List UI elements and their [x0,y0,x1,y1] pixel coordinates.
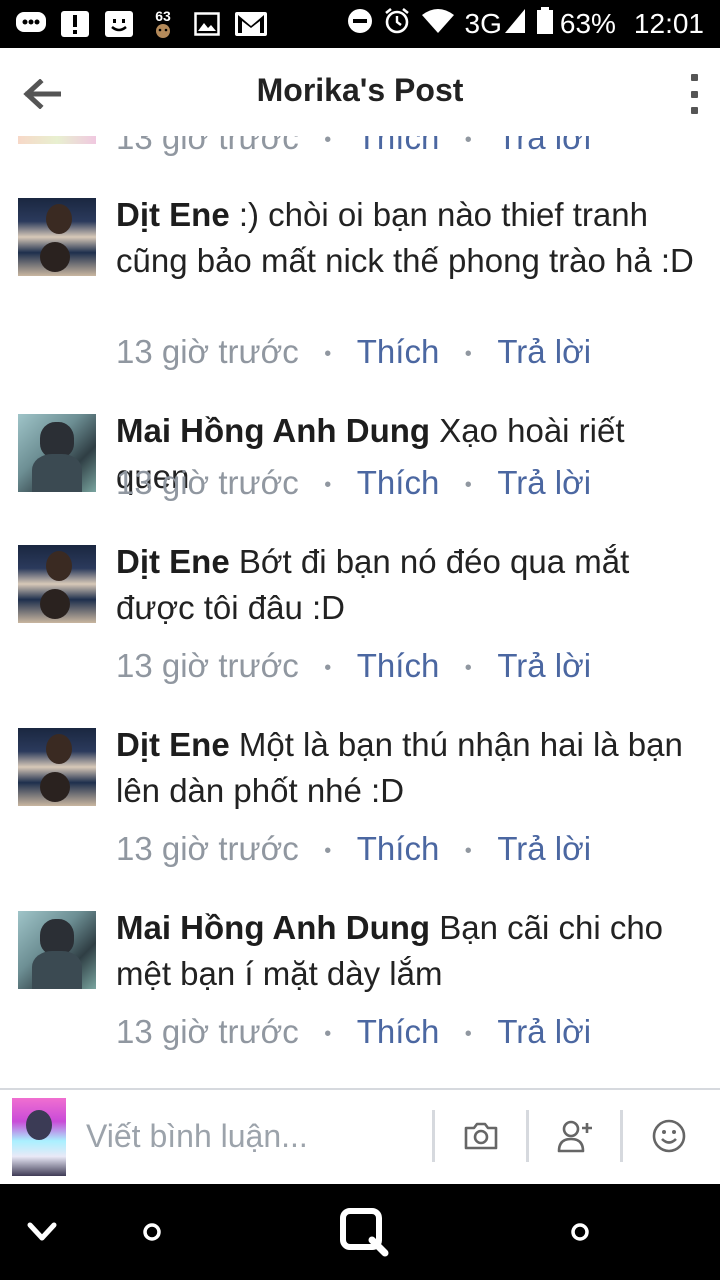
more-options-button[interactable] [684,74,704,114]
camera-button[interactable] [457,1112,505,1160]
avatar[interactable] [18,198,96,276]
avatar[interactable] [18,545,96,623]
alert-icon [58,9,92,39]
separator-dot: • [324,343,332,366]
smiley-icon [102,9,136,39]
more-dot-icon [690,74,698,81]
comment-meta: 13 giờ trước • Thích • Trả lời [116,829,591,869]
notification-icons: 63 [14,6,268,42]
comment-meta: 13 giờ trước • Thích • Trả lời [116,646,591,686]
reply-button[interactable]: Trả lời [497,647,591,684]
nav-back-button[interactable] [12,1202,72,1262]
clock: 12:01 [633,8,704,39]
like-button[interactable]: Thích [357,647,440,684]
comment-list[interactable]: 13 giờ trước • Thích • Trả lời Dịt Ene :) ch… [0,136,720,1088]
avatar[interactable] [18,911,96,989]
like-button[interactable]: Thích [357,830,440,867]
circle-icon [143,1223,161,1241]
separator-dot: • [324,840,332,863]
mini-battery-label: 63 [155,8,171,24]
chat-bubble-icon [14,9,48,39]
separator-dot: • [464,343,472,366]
emoji-button[interactable] [645,1112,693,1160]
reply-button[interactable]: Trả lời [497,136,591,156]
network-type: 3G [464,8,502,39]
nav-search-button[interactable] [334,1202,394,1262]
comment-author[interactable]: Mai Hồng Anh Dung [116,909,430,946]
nav-recents-button[interactable] [550,1202,610,1262]
reply-button[interactable]: Trả lời [497,464,591,501]
wifi-icon [421,8,455,41]
comment-author[interactable]: Mai Hồng Anh Dung [116,412,430,449]
circle-icon [571,1223,589,1241]
separator-dot: • [464,840,472,863]
separator-dot: • [464,474,472,497]
comment-time: 13 giờ trước [116,647,299,684]
alarm-icon [383,7,411,42]
battery-icon [536,6,554,42]
reply-button[interactable]: Trả lời [497,1013,591,1050]
page-title: Morika's Post [256,72,464,108]
status-right: 3G 63% 12:01 [347,0,704,48]
avatar[interactable] [18,414,96,492]
more-dot-icon [690,90,698,98]
image-icon [190,9,224,39]
reply-button[interactable]: Trả lời [497,830,591,867]
my-avatar[interactable] [12,1098,66,1176]
more-dot-icon [690,107,698,114]
comment-author[interactable]: Dịt Ene [116,726,230,763]
comment-body: Dịt Ene Bớt đi bạn nó đéo qua mắt được t… [116,539,706,631]
comment-body: Dịt Ene Một là bạn thú nhận hai là bạn l… [116,722,706,814]
divider [432,1110,435,1162]
mini-battery-icon: 63 [146,9,180,39]
comment-meta: 13 giờ trước • Thích • Trả lời [116,1012,591,1052]
comment-author[interactable]: Dịt Ene [116,196,230,233]
comment-time: 13 giờ trước [116,1013,299,1050]
separator-dot: • [324,136,332,152]
camera-icon [464,1122,498,1150]
comment-meta: 13 giờ trước • Thích • Trả lời [116,463,591,503]
battery-percent: 63% [559,8,616,39]
status-bar: 63 3G 63% 12:01 [0,0,720,48]
comment-meta: 13 giờ trước • Thích • Trả lời [116,332,591,372]
separator-dot: • [324,657,332,680]
avatar[interactable] [18,136,96,144]
separator-dot: • [464,136,472,152]
comment-meta: 13 giờ trước • Thích • Trả lời [116,136,591,158]
comment-time: 13 giờ trước [116,830,299,867]
system-nav-bar [0,1184,720,1280]
avatar[interactable] [18,728,96,806]
chevron-down-icon [27,1222,57,1241]
comment-body: Dịt Ene :) chòi oi bạn nào thief tranh c… [116,192,706,284]
tag-friend-button[interactable] [552,1112,600,1160]
nav-home-button[interactable] [122,1202,182,1262]
separator-dot: • [464,1023,472,1046]
comment-composer [0,1088,720,1184]
like-button[interactable]: Thích [357,1013,440,1050]
gmail-icon [234,9,268,39]
comment-time: 13 giờ trước [116,464,299,501]
reply-button[interactable]: Trả lời [497,333,591,370]
smiley-face-icon [652,1119,686,1153]
signal-icon [504,8,526,41]
comment-time: 13 giờ trước [116,136,299,156]
divider [620,1110,623,1162]
comment-body: Mai Hồng Anh Dung Bạn cãi chi cho mệt bạ… [116,905,706,997]
like-button[interactable]: Thích [357,333,440,370]
comment-author[interactable]: Dịt Ene [116,543,230,580]
separator-dot: • [324,1023,332,1046]
dnd-icon [347,8,373,41]
like-button[interactable]: Thích [357,464,440,501]
separator-dot: • [324,474,332,497]
comment-input[interactable] [86,1114,416,1158]
divider [526,1110,529,1162]
separator-dot: • [464,657,472,680]
like-button[interactable]: Thích [357,136,440,156]
add-person-icon [557,1120,592,1153]
comment-time: 13 giờ trước [116,333,299,370]
app-bar: Morika's Post [0,48,720,136]
search-square-icon [340,1208,389,1257]
